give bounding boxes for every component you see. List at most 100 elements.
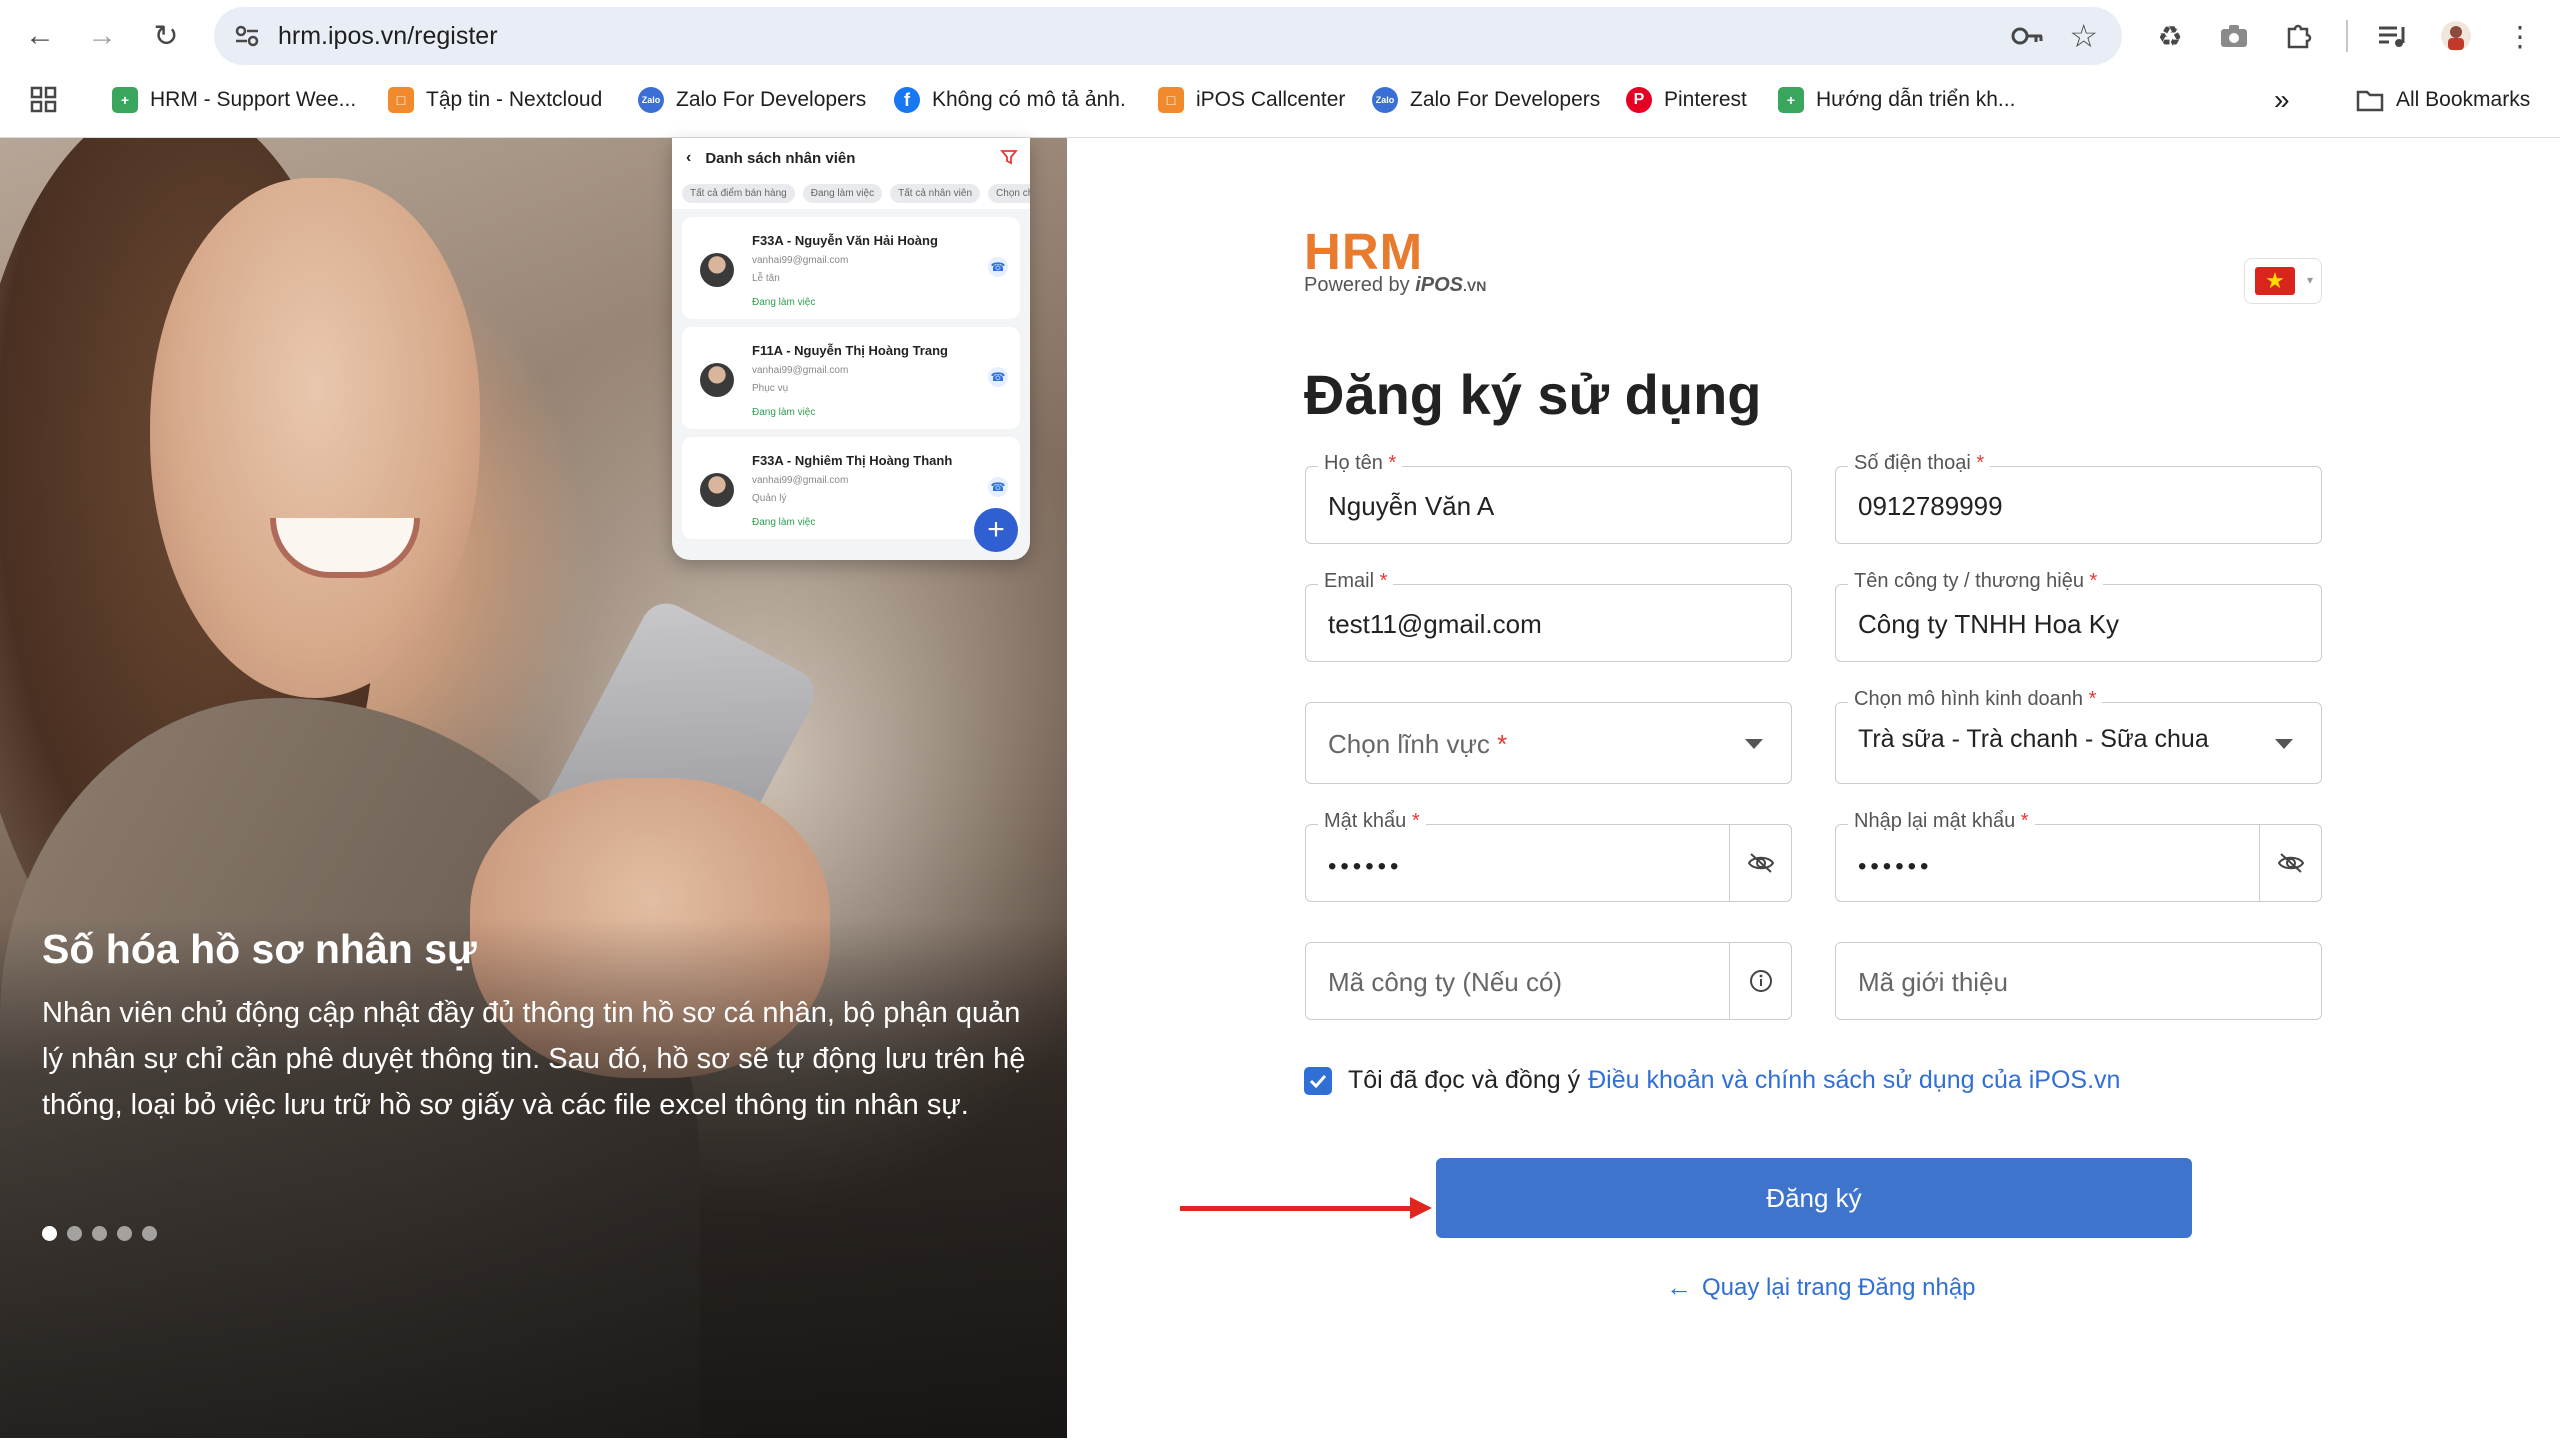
email-input[interactable]: test11@gmail.com [1328,609,1542,640]
password-key-icon[interactable] [2010,21,2044,51]
bookmarks-overflow-icon[interactable]: » [2274,80,2290,120]
company-name-field[interactable]: Tên công ty / thương hiệu * Công ty TNHH… [1835,570,2322,662]
register-button[interactable]: Đăng ký [1436,1158,2192,1238]
required-mark: * [1497,729,1508,759]
ipos-wordmark-suffix: .VN [1462,278,1487,294]
industry-select[interactable]: Chọn lĩnh vực * [1305,702,1792,784]
phone-icon: ☎ [988,367,1008,387]
ipos-wordmark: iPOS [1415,274,1463,296]
bookmark-star-icon[interactable]: ☆ [2069,17,2098,55]
browser-chrome: ← → ↻ hrm.ipos.vn/register ☆ ♻ ⋮ + HRM -… [0,0,2560,138]
hero-photo-face [150,178,480,698]
bookmark-label: Zalo For Developers [676,88,867,111]
dropdown-caret-icon [2275,739,2293,749]
bookmark-item[interactable]: + Hướng dẫn triển kh... [1778,80,2015,120]
required-mark: * [2088,688,2097,710]
toggle-confirm-password-visibility[interactable] [2259,825,2321,901]
carousel-dot[interactable] [117,1226,132,1241]
mockup-employee-card: F33A - Nghiêm Thị Hoàng Thanh vanhai99@g… [682,437,1020,539]
recycle-extension-icon[interactable]: ♻ [2150,16,2190,56]
back-to-login-link[interactable]: ← Quay lại trang Đăng nhập [1666,1272,1976,1303]
bookmark-item[interactable]: □ Tập tin - Nextcloud [388,80,602,120]
confirm-password-input[interactable]: •••••• [1858,853,1932,881]
required-mark: * [1388,452,1397,474]
extensions-puzzle-icon[interactable] [2278,16,2318,56]
annotation-arrow [1180,1206,1420,1211]
forward-arrow-icon[interactable]: → [80,14,124,58]
bookmark-item[interactable]: Zalo Zalo For Developers [638,80,866,120]
camera-extension-icon[interactable] [2214,16,2254,56]
confirm-password-field[interactable]: Nhập lại mật khẩu * •••••• [1835,810,2322,902]
company-code-input[interactable]: Mã công ty (Nếu có) [1328,967,1562,998]
business-model-select[interactable]: Chọn mô hình kinh doanh * Trà sữa - Trà … [1835,688,2322,784]
company-code-info[interactable] [1729,943,1791,1019]
orange-square-icon: □ [1158,87,1184,113]
employee-email: vanhai99@gmail.com [752,475,849,486]
mockup-title: Danh sách nhân viên [705,149,856,167]
full-name-field[interactable]: Họ tên * Nguyễn Văn A [1305,452,1792,544]
carousel-dot[interactable] [42,1226,57,1241]
required-mark: * [1379,570,1388,592]
url-text[interactable]: hrm.ipos.vn/register [278,22,498,51]
folder-icon [2356,90,2384,112]
bookmark-item[interactable]: + HRM - Support Wee... [112,80,356,120]
mockup-chip: Đang làm việc [802,184,883,203]
toolbar-divider [2346,20,2348,52]
bookmark-item[interactable]: P Pinterest [1626,80,1747,120]
industry-placeholder-text: Chọn lĩnh vực [1328,729,1490,759]
full-name-input[interactable]: Nguyễn Văn A [1328,491,1494,522]
pinterest-icon: P [1626,87,1652,113]
eye-off-icon [2277,853,2304,873]
zalo-icon: Zalo [1372,87,1398,113]
reload-icon[interactable]: ↻ [144,14,188,58]
mockup-employee-card: F11A - Nguyễn Thị Hoàng Trang vanhai99@g… [682,327,1020,429]
bookmark-label: Zalo For Developers [1410,88,1601,111]
carousel-dot[interactable] [92,1226,107,1241]
email-field[interactable]: Email * test11@gmail.com [1305,570,1792,662]
avatar [700,473,734,507]
media-control-icon[interactable] [2372,16,2412,56]
chevron-down-icon: ▾ [2306,273,2313,287]
address-bar[interactable]: hrm.ipos.vn/register ☆ [214,7,2122,65]
bookmark-item[interactable]: □ iPOS Callcenter [1158,80,1345,120]
employee-status: Đang làm việc [752,517,816,528]
password-field[interactable]: Mật khẩu * •••••• [1305,810,1792,902]
chevron-left-icon: ‹ [686,149,692,166]
hero-description: Nhân viên chủ động cập nhật đầy đủ thông… [42,997,1026,1121]
terms-checkbox[interactable] [1304,1066,1332,1095]
bookmark-item[interactable]: Zalo Zalo For Developers [1372,80,1600,120]
phone-field[interactable]: Số điện thoại * 0912789999 [1835,452,2322,544]
password-input[interactable]: •••••• [1328,853,1402,881]
browser-menu-icon[interactable]: ⋮ [2500,16,2540,56]
company-name-input[interactable]: Công ty TNHH Hoa Ky [1858,609,2119,640]
company-code-field[interactable]: Mã công ty (Nếu có) [1305,942,1792,1020]
check-icon [1309,1074,1327,1088]
referral-code-field[interactable]: Mã giới thiệu [1835,942,2322,1020]
required-mark: * [1976,452,1985,474]
all-bookmarks[interactable]: All Bookmarks [2356,80,2530,120]
site-settings-icon[interactable] [232,21,262,51]
field-label: Số điện thoại * [1848,452,1991,475]
carousel-dot[interactable] [67,1226,82,1241]
carousel-dot[interactable] [142,1226,157,1241]
language-selector[interactable]: ★ ▾ [2244,258,2322,304]
terms-agreement: Tôi đã đọc và đồng ý Điều khoản và chính… [1304,1066,2120,1095]
dropdown-caret-icon [1745,739,1763,749]
bookmark-label: iPOS Callcenter [1196,88,1346,111]
bookmark-item[interactable]: f Không có mô tả ảnh. [894,80,1126,120]
terms-link[interactable]: Điều khoản và chính sách sử dụng của iPO… [1588,1066,2120,1095]
profile-avatar[interactable] [2436,16,2476,56]
bookmarks-bar: + HRM - Support Wee... □ Tập tin - Nextclo… [0,80,2560,120]
field-label-text: Họ tên [1324,452,1383,474]
field-label-text: Mật khẩu [1324,810,1407,832]
avatar [700,253,734,287]
mockup-chips: Tất cả điểm bán hàng Đang làm việc Tất c… [672,178,1030,209]
phone-input[interactable]: 0912789999 [1858,491,2003,522]
referral-code-input[interactable]: Mã giới thiệu [1858,967,2008,998]
bookmark-label: HRM - Support Wee... [150,88,357,111]
toggle-password-visibility[interactable] [1729,825,1791,901]
employee-status: Đang làm việc [752,297,816,308]
back-arrow-icon[interactable]: ← [18,14,62,58]
field-label-text: Số điện thoại [1854,452,1971,474]
apps-grid-icon[interactable] [30,80,58,120]
